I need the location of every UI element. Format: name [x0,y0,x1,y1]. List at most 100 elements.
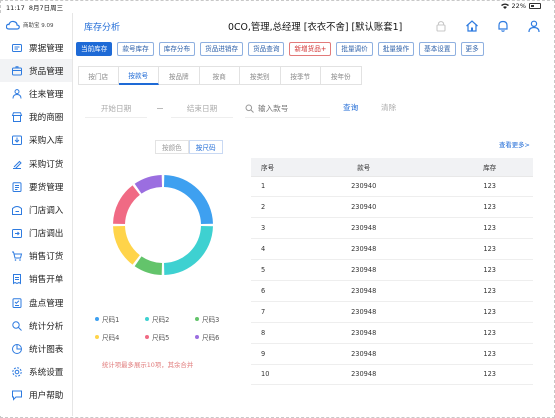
legend-label: 尺码6 [202,334,220,342]
table-row[interactable]: 1 230940 123 [251,176,533,198]
bell-icon[interactable] [494,17,512,35]
toolbar-button-10[interactable]: 更多 [460,42,484,56]
sidebar-item-9[interactable]: 门店调出 [0,222,72,245]
donut-slice-5 [113,185,140,225]
sidebar-item-2[interactable]: 货品管理 [0,59,72,83]
user-icon[interactable] [525,17,543,35]
view-more-link[interactable]: 查看更多> [499,140,530,149]
sidebar-item-16[interactable]: 用户帮助 [0,384,72,407]
toolbar-button-5[interactable]: 货品查询 [248,42,285,56]
ticket-icon [11,42,23,54]
cell-index: 1 [251,176,281,198]
subtab-2[interactable]: 按款号 [118,66,159,85]
sidebar-item-4[interactable]: 我的商圈 [0,106,72,129]
subtab-3[interactable]: 按品牌 [159,66,200,85]
sidebar-item-label: 货品管理 [29,66,64,77]
shop-icon [11,111,23,123]
sidebar-item-label: 系统设置 [29,368,64,379]
cell-index: 9 [251,343,281,365]
legend-dot [95,335,99,339]
box-icon [11,65,23,77]
inbound-icon [11,134,23,146]
subtab-6[interactable]: 按季节 [280,66,321,85]
analytics-icon [11,320,23,332]
toolbar-button-2[interactable]: 款号库存 [117,42,154,56]
home-icon[interactable] [463,17,481,35]
sidebar-item-label: 门店调出 [29,229,64,240]
cell-stock: 123 [446,280,533,302]
cell-style-no: 230948 [281,322,447,344]
sidebar-item-1[interactable]: 票据管理 [0,36,72,59]
sidebar-item-14[interactable]: 统计图表 [0,337,72,360]
gear-icon [11,366,23,378]
toolbar-button-8[interactable]: 批量操作 [377,42,415,56]
table-row[interactable]: 2 230940 123 [251,196,533,219]
sidebar-item-label: 门店调入 [29,205,64,216]
table-row[interactable]: 5 230948 123 [251,259,533,281]
cart-icon [11,250,23,262]
legend-item: 尺码3 [195,314,219,324]
toolbar-button-3[interactable]: 库存分布 [158,42,196,56]
sidebar-item-8[interactable]: 门店调入 [0,198,72,221]
sidebar-item-label: 销售订货 [29,252,64,263]
start-date-picker[interactable]: 开始日期 [85,100,147,118]
table-row[interactable]: 4 230948 123 [251,238,533,261]
toolbar-button-4[interactable]: 货品进销存 [200,42,244,56]
subtab-4[interactable]: 按商 [199,66,240,85]
by-color-toggle[interactable]: 按颜色 [155,140,189,154]
clear-button[interactable]: 清除 [381,102,396,113]
size-donut-chart [113,175,213,275]
table-row[interactable]: 9 230948 123 [251,343,533,365]
table-row[interactable]: 10 230948 123 [251,364,533,386]
sidebar-item-13[interactable]: 统计分析 [0,314,72,337]
chart-toggle: 按颜色 按尺码 [155,140,223,154]
legend-label: 尺码4 [102,334,120,342]
subtab-1[interactable]: 按门店 [78,66,119,85]
order-icon [11,158,23,170]
status-bar: 11:17 8月7日周三 22% [0,0,555,13]
sidebar-item-label: 采购订货 [29,159,64,170]
sidebar-item-10[interactable]: 销售订货 [0,245,72,268]
table-row[interactable]: 3 230948 123 [251,217,533,240]
status-time: 11:17 [6,4,25,12]
query-button[interactable]: 查询 [343,102,358,113]
toolbar: 当前库存 款号库存 库存分布 货品进销存 货品查询 新增货品+ 批量调价 批量操作 基本设置 更多 [76,42,484,56]
wifi-icon [500,3,509,9]
sidebar-item-5[interactable]: 采购入库 [0,129,72,152]
sidebar-item-7[interactable]: 要货管理 [0,175,72,198]
subtab-5[interactable]: 按类别 [240,66,281,85]
table-row[interactable]: 8 230948 123 [251,322,533,344]
by-size-toggle[interactable]: 按尺码 [188,140,223,154]
app-logo: 商助宝 9.09 [0,13,72,36]
sidebar-item-15[interactable]: 系统设置 [0,361,72,384]
legend-label: 尺码3 [202,316,220,324]
toolbar-button-9[interactable]: 基本设置 [419,42,456,56]
sidebar-item-label: 盘点管理 [29,298,64,309]
sidebar-item-6[interactable]: 采购订货 [0,152,72,175]
cell-style-no: 230948 [281,217,447,240]
logo-text: 商助宝 9.09 [23,22,54,29]
cell-stock: 123 [446,176,533,198]
cell-index: 7 [251,301,281,323]
header: 库存分析 0CO,管理,总经理 [衣衣不舍] [默认账套1] [73,13,555,39]
users-icon [11,88,23,100]
cell-stock: 123 [446,322,533,344]
sidebar-item-3[interactable]: 往来管理 [0,82,72,105]
legend-dot [195,317,199,321]
cell-index: 5 [251,259,281,281]
end-date-picker[interactable]: 结束日期 [171,100,233,118]
legend-dot [145,317,149,321]
toolbar-button-1[interactable]: 当前库存 [76,42,113,56]
table-row[interactable]: 6 230948 123 [251,280,533,302]
toolbar-button-7[interactable]: 批量调价 [336,42,373,56]
sidebar-item-11[interactable]: 销售开单 [0,268,72,291]
toolbar-button-6[interactable]: 新增货品+ [289,42,332,56]
subtab-7[interactable]: 按年份 [321,66,362,85]
sidebar-item-12[interactable]: 盘点管理 [0,291,72,314]
table-row[interactable]: 7 230948 123 [251,301,533,323]
cell-stock: 123 [446,364,533,386]
lock-icon[interactable] [432,17,450,35]
donut-slice-4 [113,225,140,265]
search-input[interactable] [258,104,328,113]
cell-index: 8 [251,322,281,344]
